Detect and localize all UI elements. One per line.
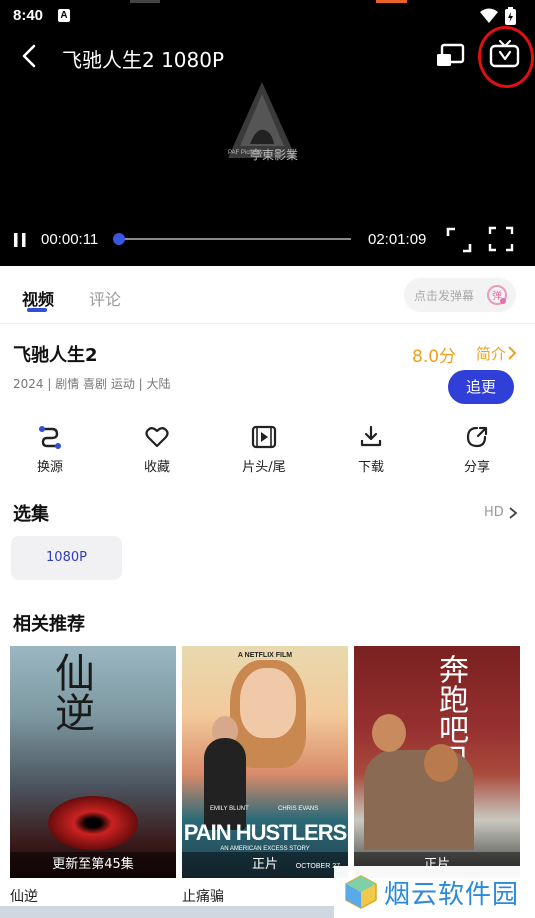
movie-rating: 8.0分 [412,347,457,367]
action-bar: 换源 收藏 片头/尾 下载 分享 [0,420,535,484]
favorite-button[interactable]: 收藏 [117,420,197,480]
back-icon[interactable] [16,42,44,70]
status-bar: 8:40 A [0,0,535,34]
poster-figure-body [204,738,246,830]
heart-icon [145,427,169,448]
action-label: 片头/尾 [242,460,286,475]
share-icon [466,426,488,448]
recommendation-name[interactable]: 仙逆 [10,886,38,906]
poster-cast-2: CHRIS EVANS [278,806,319,812]
episode-chip[interactable]: 1080P [11,536,122,580]
current-time: 00:00:11 [41,231,99,248]
follow-button[interactable]: 追更 [448,370,514,404]
poster-caption: 更新至第45集 [10,852,176,878]
cube-logo-icon [345,875,377,909]
watermark-text: 烟云软件园 [384,880,520,910]
site-watermark: 烟云软件园 [334,866,535,918]
poster-figure-head [372,714,406,752]
share-button[interactable]: 分享 [437,420,517,480]
progress-bar[interactable] [113,233,351,245]
active-tab-indicator [27,308,47,312]
recommendations-title: 相关推荐 [13,614,85,635]
action-label: 下载 [357,460,384,475]
download-icon [360,425,382,447]
action-label: 收藏 [143,460,170,475]
skip-intro-icon [251,425,277,449]
app-screen: 8:40 A 飞驰人生2 1080P PAF Pictures 亭東影業 00:… [0,0,535,918]
recommendation-name[interactable]: 止痛骗 [182,886,224,906]
pause-icon[interactable] [12,231,28,249]
quality-link[interactable]: HD [484,505,504,520]
expand-icon[interactable] [488,226,514,252]
danmaku-placeholder: 点击发弹幕 [414,289,475,303]
fullscreen-icon[interactable] [445,226,473,254]
poster-pain-hustlers[interactable]: A NETFLIX FILM EMILY BLUNT CHRIS EVANS P… [182,646,348,878]
status-time: 8:40 [13,7,44,24]
poster-header: A NETFLIX FILM [237,652,293,659]
video-player[interactable]: 8:40 A 飞驰人生2 1080P PAF Pictures 亭東影業 00:… [0,0,535,266]
bottom-strip [0,906,334,918]
total-time: 02:01:09 [368,231,427,248]
poster-cast-1: EMILY BLUNT [210,806,249,812]
episodes-title: 选集 [13,504,49,525]
video-title: 飞驰人生2 1080P [62,48,225,72]
chevron-right-icon[interactable] [508,506,518,520]
poster-title-art: 仙逆 [48,652,94,732]
camera-indicator [130,0,160,3]
switch-source-icon [39,426,61,449]
switch-source-button[interactable]: 换源 [10,420,90,480]
chevron-right-icon[interactable] [506,345,518,361]
skip-intro-button[interactable]: 片头/尾 [224,420,304,480]
poster-eye-art [48,796,138,850]
danmaku-icon[interactable]: 弹 [486,284,508,306]
movie-meta: 2024 | 剧情 喜剧 运动 | 大陆 [13,377,171,391]
poster-figure-face [240,668,296,738]
wifi-icon [480,8,498,23]
poster-title-text: PAIN HUSTLERS [183,820,348,845]
action-label: 换源 [36,460,63,475]
recording-indicator [376,0,407,3]
download-button[interactable]: 下载 [331,420,411,480]
studio-logo-text: 亭東影業 [250,148,299,162]
battery-charging-icon [505,7,516,25]
movie-title: 飞驰人生2 [13,345,98,366]
danmaku-input[interactable]: 点击发弹幕 弹 [404,278,516,312]
tab-comments[interactable]: 评论 [89,286,121,310]
tab-video[interactable]: 视频 [22,286,54,310]
content-tabs: 视频 评论 点击发弹幕 弹 [0,266,535,324]
notification-icon: A [58,9,70,22]
poster-figure-head [424,744,458,782]
progress-handle[interactable] [113,233,126,245]
action-label: 分享 [463,460,490,475]
poster-xianni[interactable]: 仙逆 更新至第45集 [10,646,176,878]
poster-third[interactable]: 奔跑吧兄弟 正片 [354,646,520,878]
cast-icon[interactable] [434,42,466,70]
intro-link[interactable]: 简介 [476,343,506,364]
